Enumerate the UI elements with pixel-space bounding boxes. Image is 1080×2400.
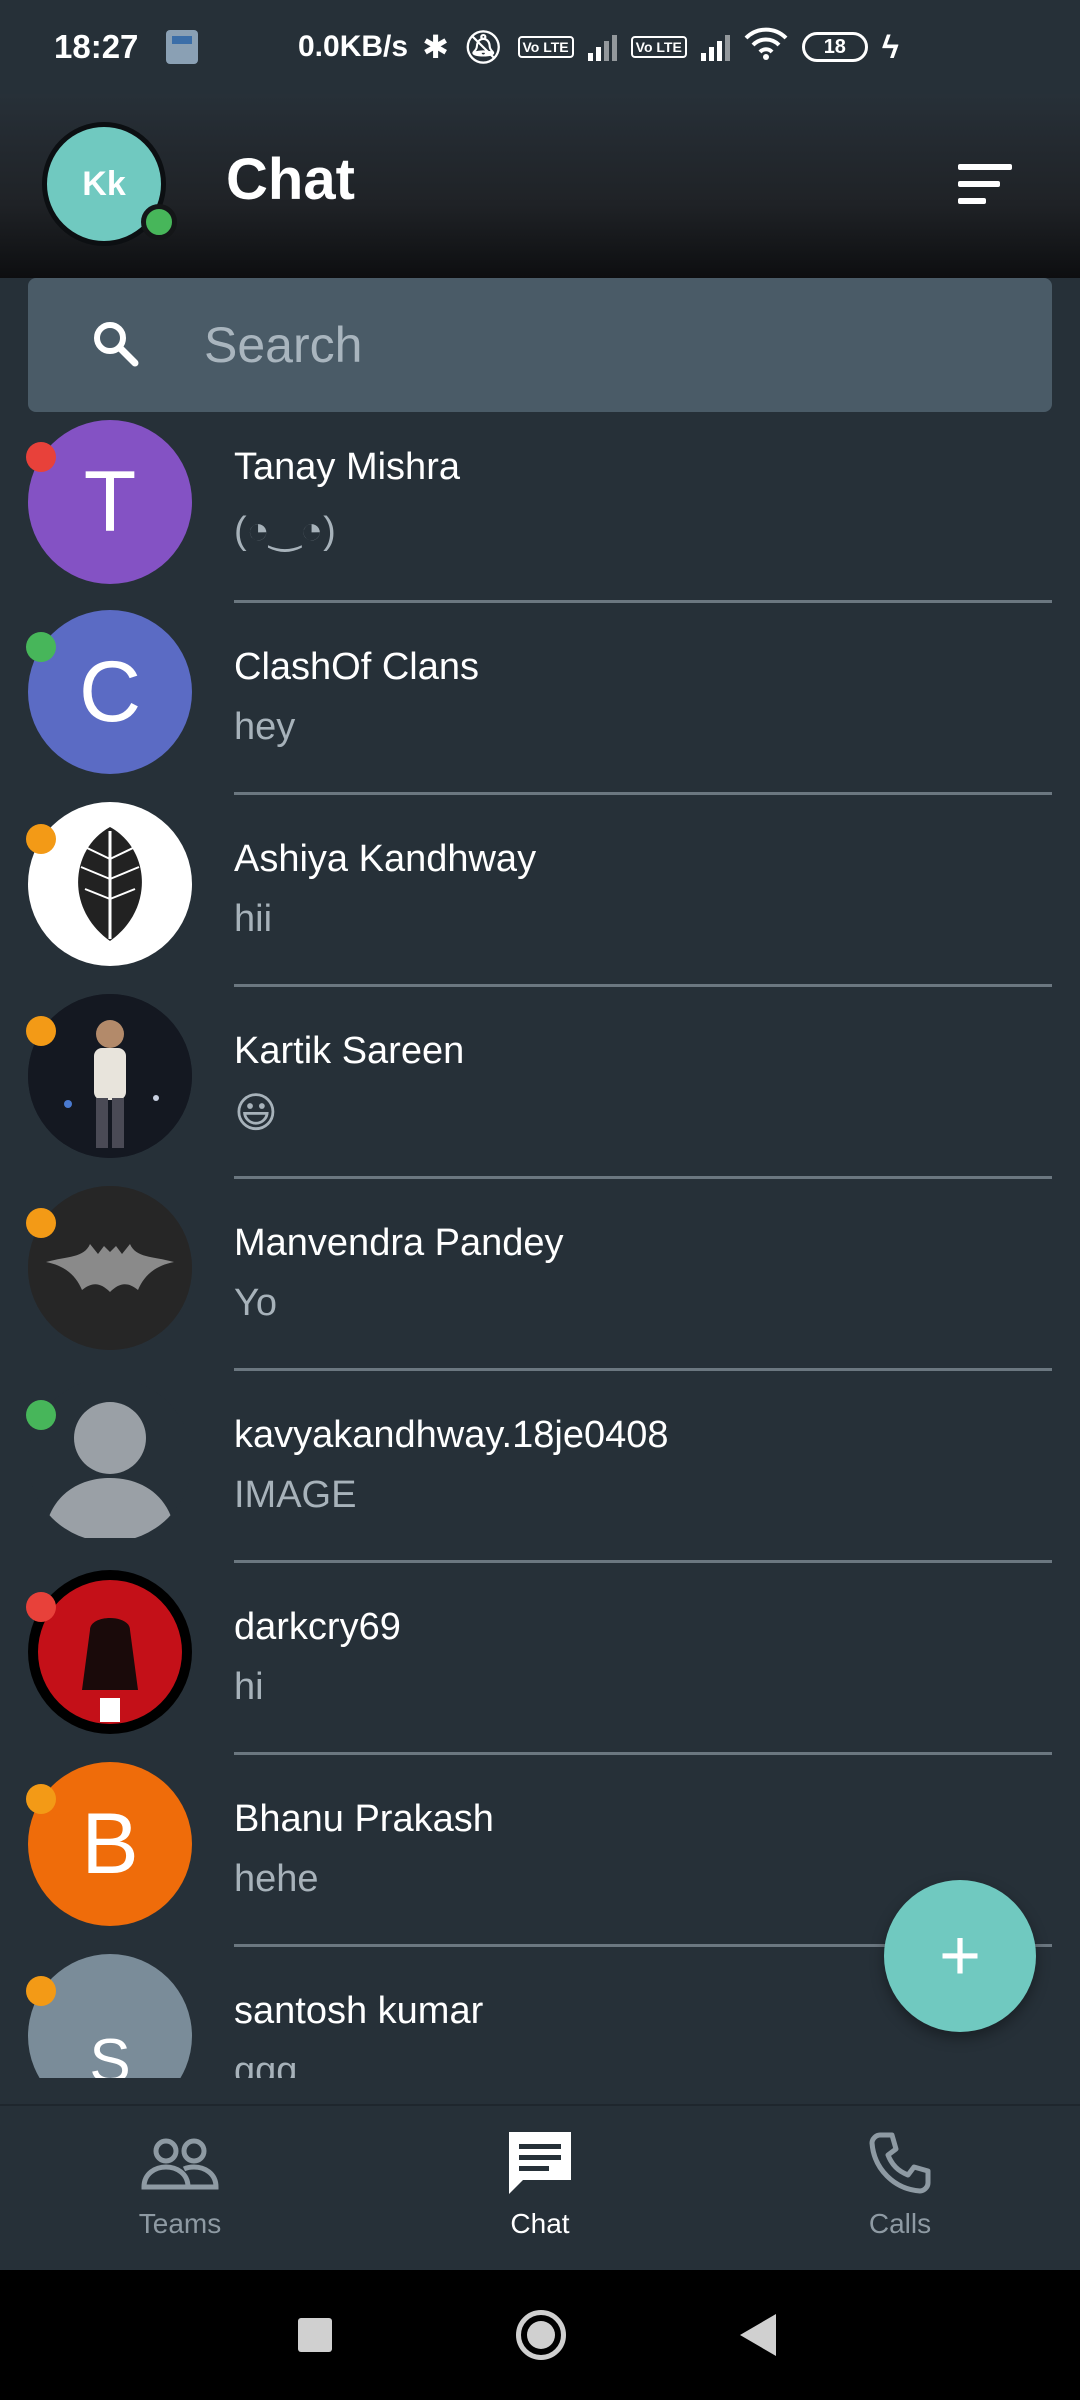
chat-row[interactable]: Kartik Sareen 😃 — [0, 988, 1080, 1180]
bluetooth-icon: ✱ — [422, 29, 449, 65]
divider — [234, 984, 1052, 987]
chat-avatar: S — [28, 1954, 192, 2078]
battery-icon: 18 — [801, 32, 868, 62]
chat-row[interactable]: C ClashOf Clans hey — [0, 604, 1080, 796]
chat-last-message: hehe — [234, 1858, 319, 1900]
leaf-sketch-photo-icon — [28, 802, 192, 966]
divider — [234, 1176, 1052, 1179]
chat-last-message: Yo — [234, 1282, 277, 1324]
bottom-nav: Teams Chat Calls — [0, 2104, 1080, 2270]
network-speed: 0.0KB/s — [298, 30, 409, 63]
chat-name: kavyakandhway.18je0408 — [234, 1414, 669, 1456]
new-chat-button[interactable]: + — [884, 1880, 1036, 2032]
chat-row[interactable]: Manvendra Pandey Yo — [0, 1180, 1080, 1372]
volte-icon-2: Vo LTE — [630, 36, 687, 58]
chat-name: ClashOf Clans — [234, 646, 479, 688]
tab-teams[interactable]: Teams — [0, 2106, 360, 2272]
tab-label: Calls — [868, 2208, 932, 2239]
chat-avatar: C — [28, 610, 192, 774]
presence-away-icon — [26, 824, 56, 854]
presence-online-icon — [141, 204, 177, 240]
chat-last-message: (◔‿◔) — [234, 510, 336, 552]
sim-notification-icon — [166, 30, 199, 64]
chat-icon — [500, 2128, 580, 2198]
dark-figure-photo-icon — [28, 1570, 192, 1734]
chat-name: Bhanu Prakash — [234, 1798, 494, 1840]
divider — [234, 1560, 1052, 1563]
system-nav-bar — [0, 2270, 1080, 2400]
chat-row[interactable]: T Tanay Mishra (◔‿◔) — [0, 412, 1080, 604]
app-header: Kk Chat — [0, 94, 1080, 278]
chat-last-message: hey — [234, 706, 296, 748]
presence-away-icon — [26, 1208, 56, 1238]
search-input[interactable] — [204, 308, 1004, 382]
tab-calls[interactable]: Calls — [720, 2106, 1080, 2272]
presence-away-icon — [26, 1976, 56, 2006]
presence-busy-icon — [26, 1592, 56, 1622]
chat-row[interactable]: Ashiya Kandhway hii — [0, 796, 1080, 988]
charging-icon: ϟ — [881, 28, 899, 65]
chat-last-message: hi — [234, 1666, 264, 1708]
chat-row[interactable]: darkcry69 hi — [0, 1564, 1080, 1756]
divider — [234, 792, 1052, 795]
chat-list[interactable]: T Tanay Mishra (◔‿◔) C ClashOf Clans hey… — [0, 412, 1080, 2078]
tab-chat[interactable]: Chat — [360, 2106, 720, 2272]
chat-name: Tanay Mishra — [234, 446, 460, 488]
chat-name: Ashiya Kandhway — [234, 838, 537, 880]
chat-last-message: ggg — [234, 2050, 298, 2078]
presence-away-icon — [26, 1784, 56, 1814]
chat-name: santosh kumar — [234, 1990, 484, 2032]
status-bar: 18:27 0.0KB/s ✱ 🔕︎ Vo LTE Vo LTE 18 ϟ — [0, 0, 1080, 94]
phone-icon — [860, 2128, 940, 2198]
person-photo-icon — [28, 994, 192, 1158]
signal-icon — [587, 33, 617, 61]
divider — [234, 1752, 1052, 1755]
signal-icon-2 — [700, 33, 730, 61]
page-title: Chat — [226, 147, 355, 212]
chat-last-message: IMAGE — [234, 1474, 357, 1516]
default-person-icon — [28, 1378, 192, 1542]
chat-name: Manvendra Pandey — [234, 1222, 564, 1264]
search-icon — [94, 322, 139, 367]
chat-last-message: hii — [234, 898, 273, 940]
back-icon[interactable] — [740, 2314, 776, 2356]
home-icon[interactable] — [516, 2310, 566, 2360]
sort-filter-button[interactable] — [958, 164, 1012, 204]
mute-bell-icon: 🔕︎ — [462, 29, 504, 65]
tab-label: Chat — [510, 2208, 570, 2239]
chat-avatar: B — [28, 1762, 192, 1926]
status-indicators: 0.0KB/s ✱ 🔕︎ Vo LTE Vo LTE 18 ϟ — [298, 0, 899, 94]
presence-online-icon — [26, 1400, 56, 1430]
volte-icon: Vo LTE — [517, 36, 574, 58]
bat-logo-photo-icon — [28, 1186, 192, 1350]
presence-away-icon — [26, 1016, 56, 1046]
chat-last-message: 😃 — [234, 1089, 278, 1136]
wifi-icon — [744, 26, 788, 68]
teams-icon — [140, 2128, 220, 2198]
tab-label: Teams — [138, 2208, 222, 2239]
chat-name: Kartik Sareen — [234, 1030, 465, 1072]
chat-row[interactable]: kavyakandhway.18je0408 IMAGE — [0, 1372, 1080, 1564]
status-time: 18:27 — [54, 28, 139, 65]
presence-busy-icon — [26, 442, 56, 472]
recents-icon[interactable] — [298, 2318, 332, 2352]
divider — [234, 1368, 1052, 1371]
chat-name: darkcry69 — [234, 1606, 401, 1648]
chat-avatar: T — [28, 420, 192, 584]
search-bar[interactable] — [28, 278, 1052, 412]
presence-online-icon — [26, 632, 56, 662]
divider — [234, 600, 1052, 603]
